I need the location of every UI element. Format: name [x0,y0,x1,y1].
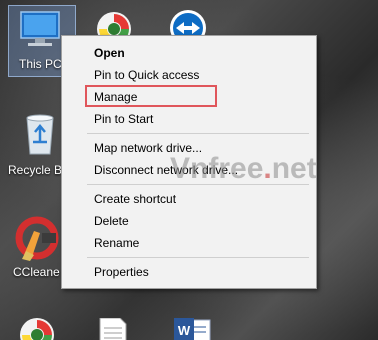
menu-item-properties[interactable]: Properties [94,265,149,279]
recycle-bin-icon[interactable] [19,112,61,156]
menu-separator [87,257,309,258]
menu-item-create-shortcut[interactable]: Create shortcut [94,192,176,206]
menu-item-open[interactable]: Open [94,46,125,60]
recycle-bin-label: Recycle B [8,163,63,177]
svg-text:W: W [178,323,191,338]
word-document-icon[interactable]: W [172,318,212,340]
computer-icon[interactable] [18,10,62,50]
desktop: This PC Recycle B CCleane W Open Pin to … [0,0,378,340]
menu-item-rename[interactable]: Rename [94,236,139,250]
menu-item-disconnect-network-drive[interactable]: Disconnect network drive... [94,163,238,177]
menu-item-pin-start[interactable]: Pin to Start [94,112,153,126]
menu-item-map-network-drive[interactable]: Map network drive... [94,141,202,155]
menu-item-pin-quick-access[interactable]: Pin to Quick access [94,68,199,82]
this-pc-label: This PC [19,57,62,71]
ccleaner-label: CCleane [13,265,60,279]
context-menu: Open Pin to Quick access Manage Pin to S… [61,35,317,289]
text-file-icon[interactable] [98,318,128,340]
manage-highlight-box [85,85,217,107]
menu-item-delete[interactable]: Delete [94,214,129,228]
cococ-browser-icon[interactable] [18,316,56,340]
ccleaner-icon[interactable] [14,215,60,261]
menu-separator [87,133,309,134]
menu-separator [87,184,309,185]
